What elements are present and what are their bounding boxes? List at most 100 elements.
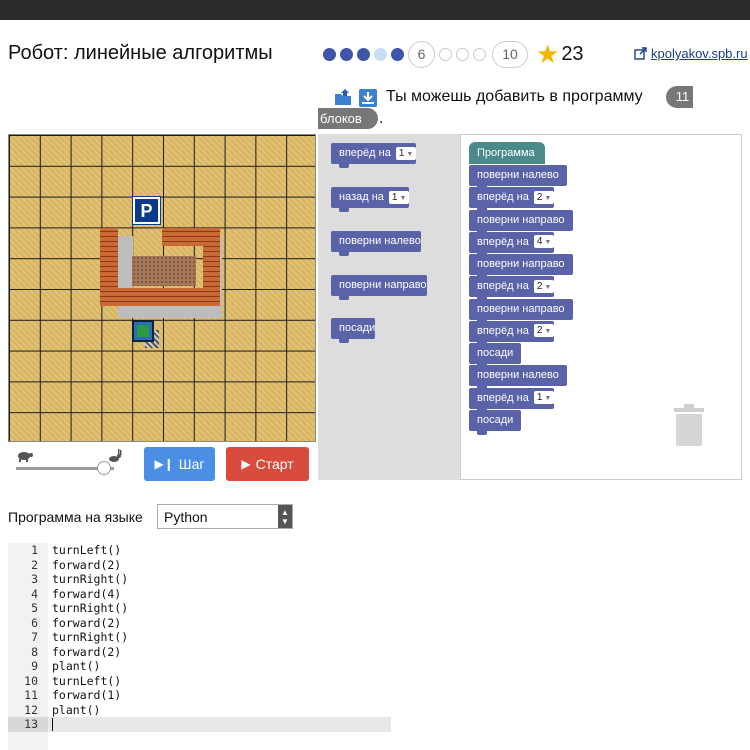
block-number-value: 2 xyxy=(536,280,543,292)
progress-dot[interactable] xyxy=(323,47,336,61)
code-text: forward(2) xyxy=(52,557,122,572)
save-download-icon[interactable] xyxy=(358,88,378,108)
code-line[interactable]: 10 turnLeft() xyxy=(8,674,121,689)
site-link[interactable]: kpolyakov.spb.ru xyxy=(634,46,748,61)
block-number-field[interactable]: 1 ▼ xyxy=(533,391,555,405)
block-number-field[interactable]: 2 ▼ xyxy=(533,324,555,338)
program-block[interactable]: поверни направо xyxy=(469,254,573,279)
code-line[interactable]: 4 forward(4) xyxy=(8,587,121,602)
block-number-value: 1 xyxy=(536,392,543,404)
line-number: 2 xyxy=(31,557,38,572)
blocks-count-badge: 11 xyxy=(666,86,693,108)
code-line[interactable]: 9 plant() xyxy=(8,659,100,674)
dropdown-arrow-icon: ▼ xyxy=(399,194,407,202)
block-number-field[interactable]: 1 ▼ xyxy=(395,146,417,160)
block-number-field[interactable]: 1 ▼ xyxy=(388,190,410,204)
block-label: поверни налево xyxy=(477,169,559,181)
code-line[interactable]: 3 turnRight() xyxy=(8,572,128,587)
program-block[interactable]: поверни направо xyxy=(469,298,573,324)
task-progress: 6 10 ★ 23 xyxy=(323,40,584,68)
dropdown-arrow-icon: ▼ xyxy=(544,395,552,403)
block-number-field[interactable]: 2 ▼ xyxy=(533,190,555,204)
block-toolbox xyxy=(318,134,461,480)
start-button[interactable]: ▶ Старт xyxy=(226,447,309,481)
current-task-number[interactable]: 6 xyxy=(408,40,435,68)
program-block[interactable]: поверни направо xyxy=(469,209,573,235)
program-block[interactable]: вперёд на 1 ▼ xyxy=(469,387,555,413)
trash-icon[interactable] xyxy=(672,402,706,448)
progress-dot[interactable] xyxy=(374,47,387,61)
code-text: turnRight() xyxy=(52,601,129,615)
toolbox-block[interactable]: поверни налево xyxy=(331,231,421,256)
code-line[interactable]: 6 forward(2) xyxy=(8,616,121,631)
code-line[interactable]: 13 xyxy=(8,717,52,732)
toolbox-block[interactable]: назад на 1 ▼ xyxy=(331,187,410,212)
block-label: поверни налево xyxy=(339,235,421,247)
editor-current-line[interactable] xyxy=(48,717,391,732)
planted-soil xyxy=(132,256,196,286)
program-block[interactable]: поверни налево xyxy=(469,165,567,190)
program-block[interactable]: поверни налево xyxy=(469,365,567,391)
program-block[interactable]: вперёд на 2 ▼ xyxy=(469,187,555,213)
rabbit-icon xyxy=(106,448,122,467)
code-line[interactable]: 8 forward(2) xyxy=(8,645,121,660)
line-number: 7 xyxy=(31,630,38,644)
brick-wall xyxy=(100,288,220,306)
block-number-field[interactable]: 2 ▼ xyxy=(533,279,555,293)
line-number: 9 xyxy=(31,659,38,673)
block-number-field[interactable]: 4 ▼ xyxy=(533,235,555,249)
code-line[interactable]: 7 turnRight() xyxy=(8,630,128,645)
program-block[interactable]: посади xyxy=(469,343,522,368)
code-line[interactable]: 12 plant() xyxy=(8,703,100,718)
step-button[interactable]: ▶❙ Шаг xyxy=(144,447,215,481)
toolbox-block[interactable]: вперёд на 1 ▼ xyxy=(331,143,417,168)
robot xyxy=(132,320,154,342)
progress-dot[interactable] xyxy=(357,47,370,61)
block-number-value: 1 xyxy=(398,147,405,159)
line-number: 6 xyxy=(31,615,38,630)
block-label: поверни направо xyxy=(477,302,565,315)
language-select-value: Python xyxy=(164,508,208,525)
block-label: вперёд на xyxy=(339,147,391,159)
total-task-number[interactable]: 10 xyxy=(492,40,528,68)
line-number: 1 xyxy=(31,543,38,557)
progress-dot[interactable] xyxy=(391,47,404,61)
block-label: поверни налево xyxy=(477,369,559,382)
program-block[interactable]: посади xyxy=(469,409,522,435)
block-label: посади xyxy=(339,322,376,334)
program-block[interactable]: вперёд на 2 ▼ xyxy=(469,276,555,302)
language-select[interactable]: Python ▲ ▼ xyxy=(157,504,293,529)
blocks-unit-badge: блоков xyxy=(318,108,378,129)
dropdown-arrow-icon: ▼ xyxy=(406,150,414,158)
open-folder-icon[interactable] xyxy=(334,88,354,108)
code-text: turnLeft() xyxy=(52,543,122,557)
block-label: вперёд на xyxy=(477,391,529,404)
code-text: turnRight() xyxy=(52,630,129,644)
toolbox-block[interactable]: поверни направо xyxy=(331,275,427,300)
program-hat-block[interactable]: Программа xyxy=(469,142,545,164)
code-line[interactable]: 1 turnLeft() xyxy=(8,543,121,558)
code-text: turnLeft() xyxy=(52,673,122,688)
code-line[interactable]: 2 forward(2) xyxy=(8,558,121,573)
program-block[interactable]: вперёд на 2 ▼ xyxy=(469,320,555,346)
code-text: plant() xyxy=(52,659,101,673)
language-label: Программа на языке xyxy=(8,509,143,525)
line-number: 11 xyxy=(24,688,38,702)
code-line[interactable]: 11 forward(1) xyxy=(8,688,121,703)
hint-period: . xyxy=(379,110,384,127)
progress-dot[interactable] xyxy=(439,47,452,61)
brick-wall xyxy=(162,228,220,246)
site-link-text[interactable]: kpolyakov.spb.ru xyxy=(651,46,748,61)
turtle-icon xyxy=(16,450,34,465)
toolbox-block[interactable]: посади xyxy=(331,318,376,343)
line-number: 12 xyxy=(24,702,38,717)
progress-dot[interactable] xyxy=(340,47,353,61)
program-block[interactable]: вперёд на 4 ▼ xyxy=(469,231,555,257)
progress-dot[interactable] xyxy=(456,47,469,61)
progress-dot[interactable] xyxy=(473,47,486,61)
code-text: forward(1) xyxy=(52,688,122,702)
text-caret xyxy=(52,718,53,731)
line-number: 8 xyxy=(31,644,38,659)
code-line[interactable]: 5 turnRight() xyxy=(8,601,128,616)
start-button-label: Старт xyxy=(255,456,294,472)
